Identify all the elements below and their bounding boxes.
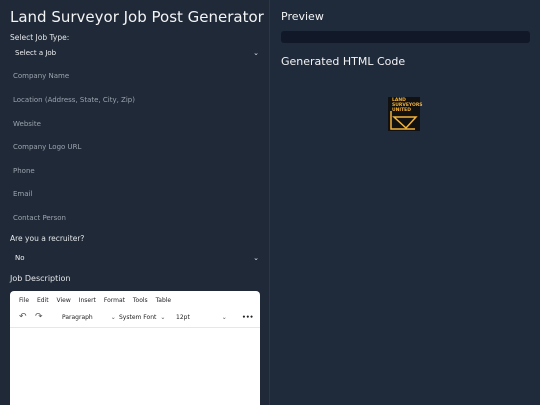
font-family-value: System Font [119, 314, 157, 321]
generated-html-title: Generated HTML Code [281, 55, 406, 68]
website-field[interactable]: Website [10, 115, 262, 133]
block-format-value: Paragraph [62, 314, 93, 321]
menu-format[interactable]: Format [104, 297, 125, 304]
menu-view[interactable]: View [57, 297, 71, 304]
editor-menubar: File Edit View Insert Format Tools Table [19, 297, 177, 304]
company-logo: LAND SURVEYORS UNITED [388, 97, 423, 131]
job-description-label: Job Description [10, 274, 71, 283]
contact-person-field[interactable]: Contact Person [10, 209, 262, 227]
preview-box [281, 31, 530, 43]
location-field[interactable]: Location (Address, State, City, Zip) [10, 91, 262, 109]
phone-field[interactable]: Phone [10, 162, 262, 180]
page-title: Land Surveyor Job Post Generator [10, 8, 264, 26]
font-size-value: 12pt [176, 314, 190, 321]
chevron-down-icon: ⌄ [160, 314, 166, 321]
menu-tools[interactable]: Tools [133, 297, 148, 304]
font-size-select[interactable]: 12pt ⌄ [176, 314, 227, 321]
menu-insert[interactable]: Insert [79, 297, 96, 304]
rich-text-editor: File Edit View Insert Format Tools Table… [10, 291, 260, 405]
editor-content-area[interactable] [10, 328, 260, 405]
company-logo-url-field[interactable]: Company Logo URL [10, 138, 262, 156]
preview-panel: Preview Generated HTML Code LAND SURVEYO… [269, 0, 540, 405]
job-type-select[interactable]: Select a Job ⌄ [10, 45, 262, 61]
job-type-label: Select Job Type: [10, 33, 70, 42]
job-type-value: Select a Job [15, 49, 57, 57]
preview-title: Preview [281, 10, 324, 23]
form-panel: Land Surveyor Job Post Generator Select … [0, 0, 269, 405]
email-field[interactable]: Email [10, 185, 262, 203]
chevron-down-icon: ⌄ [253, 254, 259, 262]
menu-edit[interactable]: Edit [37, 297, 49, 304]
logo-text: LAND SURVEYORS UNITED [392, 98, 423, 113]
company-name-field[interactable]: Company Name [10, 67, 262, 85]
recruiter-value: No [15, 254, 25, 262]
redo-icon[interactable]: ↷ [35, 312, 43, 322]
font-family-select[interactable]: System Font ⌄ [119, 314, 165, 321]
recruiter-select[interactable]: No ⌄ [10, 250, 262, 266]
recruiter-label: Are you a recruiter? [10, 234, 85, 243]
menu-file[interactable]: File [19, 297, 29, 304]
block-format-select[interactable]: Paragraph ⌄ [62, 314, 116, 321]
chevron-down-icon: ⌄ [110, 314, 116, 321]
undo-icon[interactable]: ↶ [19, 312, 27, 322]
menu-table[interactable]: Table [156, 297, 172, 304]
more-options-button[interactable]: ••• [242, 314, 254, 321]
logo-line-united: UNITED [392, 108, 411, 113]
chevron-down-icon: ⌄ [253, 49, 259, 57]
chevron-down-icon: ⌄ [221, 314, 227, 321]
editor-toolbar: ↶ ↷ Paragraph ⌄ System Font ⌄ 12pt ⌄ ••• [16, 312, 256, 326]
